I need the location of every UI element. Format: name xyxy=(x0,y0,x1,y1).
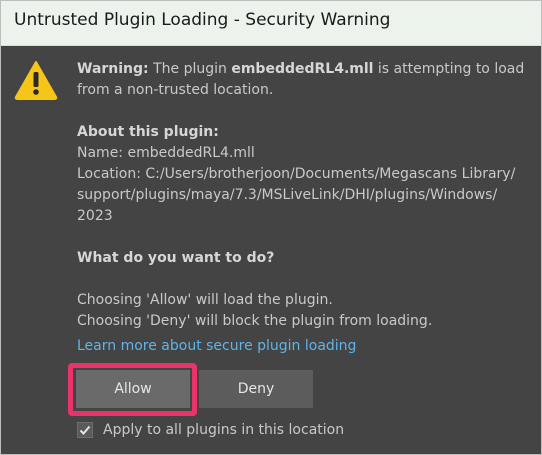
question-heading: What do you want to do? xyxy=(77,250,275,266)
question-section: What do you want to do? xyxy=(77,248,532,269)
plugin-location-line-1: Location: C:/Users/brotherjoon/Documents… xyxy=(77,166,516,182)
warning-line-2: from a non-trusted location. xyxy=(77,82,274,98)
warning-label: Warning: xyxy=(77,61,149,77)
explanation-section: Choosing 'Allow' will load the plugin. C… xyxy=(77,290,532,332)
title-bar[interactable]: Untrusted Plugin Loading - Security Warn… xyxy=(1,1,541,46)
apply-to-all-label: Apply to all plugins in this location xyxy=(103,422,345,438)
dialog-body: Warning: The plugin embeddedRL4.mll is a… xyxy=(1,46,541,454)
security-warning-dialog: Untrusted Plugin Loading - Security Warn… xyxy=(0,0,542,455)
warning-prefix: The plugin xyxy=(148,61,232,77)
warning-icon xyxy=(14,61,58,100)
allow-button[interactable]: Allow xyxy=(76,370,190,408)
window-title: Untrusted Plugin Loading - Security Warn… xyxy=(14,10,391,30)
plugin-filename: embeddedRL4.mll xyxy=(231,61,374,77)
message-content: Warning: The plugin embeddedRL4.mll is a… xyxy=(77,59,532,353)
apply-to-all-checkbox[interactable] xyxy=(77,422,93,438)
warning-message: Warning: The plugin embeddedRL4.mll is a… xyxy=(77,59,532,101)
plugin-name-line: Name: embeddedRL4.mll xyxy=(77,145,255,161)
warning-line-1: Warning: The plugin embeddedRL4.mll is a… xyxy=(77,59,532,80)
deny-button-label: Deny xyxy=(237,381,275,397)
checkmark-icon xyxy=(79,425,91,435)
allow-button-label: Allow xyxy=(114,381,152,397)
deny-button[interactable]: Deny xyxy=(199,370,313,408)
allow-explanation: Choosing 'Allow' will load the plugin. xyxy=(77,292,333,308)
plugin-location-line-2: support/plugins/maya/7.3/MSLiveLink/DHI/… xyxy=(77,187,498,203)
apply-to-all-option[interactable]: Apply to all plugins in this location xyxy=(77,418,344,442)
learn-more-link[interactable]: Learn more about secure plugin loading xyxy=(77,338,356,354)
warning-suffix: is attempting to load xyxy=(373,61,525,77)
about-heading: About this plugin: xyxy=(77,124,219,140)
about-section: About this plugin: Name: embeddedRL4.mll… xyxy=(77,122,532,227)
deny-explanation: Choosing 'Deny' will block the plugin fr… xyxy=(77,313,433,329)
plugin-location-line-3: 2023 xyxy=(77,208,113,224)
